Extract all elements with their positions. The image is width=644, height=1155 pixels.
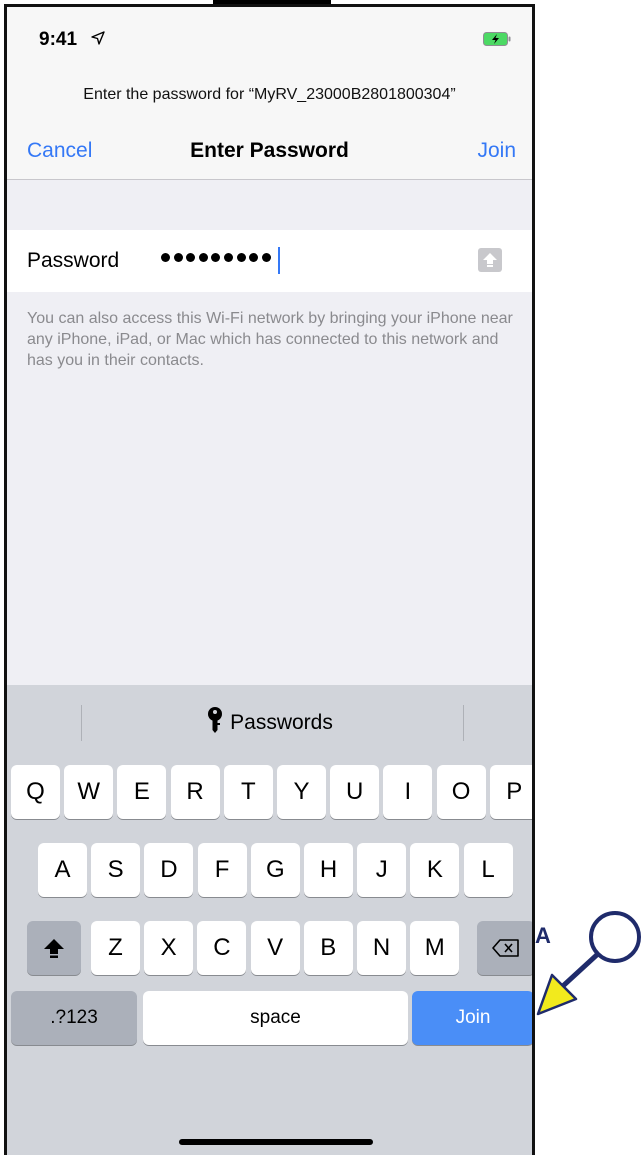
key-c[interactable]: C	[197, 921, 247, 975]
cancel-button[interactable]: Cancel	[27, 139, 92, 163]
key-n[interactable]: N	[357, 921, 406, 975]
battery-charging-icon	[483, 32, 511, 46]
keyboard-join-key[interactable]: Join	[412, 991, 532, 1045]
wifi-sharing-hint: You can also access this Wi-Fi network b…	[27, 310, 513, 369]
network-prompt: Enter the password for “MyRV_23000B28018…	[7, 67, 532, 127]
upload-arrow-icon	[483, 253, 497, 267]
key-t[interactable]: T	[223, 765, 273, 819]
password-dot	[223, 253, 233, 262]
password-autofill-button[interactable]	[478, 248, 502, 272]
key-icon	[208, 707, 223, 733]
password-label: Password	[27, 249, 120, 272]
password-dot	[261, 253, 271, 262]
password-dot	[236, 253, 246, 262]
shift-icon	[44, 939, 64, 958]
password-dot	[173, 253, 183, 262]
passwords-suggestion[interactable]: Passwords	[7, 707, 532, 735]
key-f[interactable]: F	[197, 843, 247, 897]
key-g[interactable]: G	[250, 843, 300, 897]
key-q[interactable]: Q	[11, 765, 60, 819]
key-y[interactable]: Y	[277, 765, 326, 819]
key-l[interactable]: L	[463, 843, 513, 897]
join-button[interactable]: Join	[477, 139, 516, 163]
key-j[interactable]: J	[357, 843, 407, 897]
key-k[interactable]: K	[410, 843, 460, 897]
navigation-bar: Enter Password Cancel Join	[7, 127, 532, 180]
key-w[interactable]: W	[64, 765, 114, 819]
password-dot	[211, 253, 221, 262]
text-cursor	[278, 247, 280, 274]
location-arrow-icon	[91, 31, 105, 45]
password-input[interactable]	[161, 253, 271, 262]
key-z[interactable]: Z	[91, 921, 140, 975]
key-r[interactable]: R	[170, 765, 220, 819]
password-dot	[198, 253, 208, 262]
key-o[interactable]: O	[436, 765, 486, 819]
key-e[interactable]: E	[117, 765, 167, 819]
callout-arrow	[536, 911, 641, 1016]
key-v[interactable]: V	[250, 921, 300, 975]
phone-screen: 9:41 Enter the password for “MyRV_23000B…	[4, 4, 535, 1155]
shift-key[interactable]	[27, 921, 81, 975]
password-dot	[161, 253, 170, 262]
backspace-icon	[492, 939, 519, 957]
callout-label: A	[535, 923, 551, 948]
status-time: 9:41	[39, 29, 78, 50]
keyboard: Passwords QWERTYUIOP ASDFGHJKL ZXCVBNM .…	[7, 685, 532, 1155]
space-key[interactable]: space	[143, 991, 408, 1045]
settings-content: Password You can also access this Wi-Fi …	[7, 180, 532, 685]
key-x[interactable]: X	[144, 921, 194, 975]
suggestion-bar: Passwords	[7, 685, 532, 755]
passwords-suggestion-label: Passwords	[230, 711, 333, 734]
key-u[interactable]: U	[330, 765, 380, 819]
key-i[interactable]: I	[383, 765, 433, 819]
password-dot	[249, 253, 259, 262]
key-b[interactable]: B	[303, 921, 353, 975]
home-indicator[interactable]	[179, 1139, 373, 1145]
key-s[interactable]: S	[91, 843, 141, 897]
numbers-key[interactable]: .?123	[11, 991, 137, 1045]
key-p[interactable]: P	[489, 765, 532, 819]
password-field-row[interactable]: Password	[7, 230, 532, 292]
key-a[interactable]: A	[38, 843, 87, 897]
key-d[interactable]: D	[144, 843, 194, 897]
password-dot	[186, 253, 196, 262]
key-m[interactable]: M	[410, 921, 460, 975]
status-bar: 9:41	[7, 7, 532, 67]
key-h[interactable]: H	[304, 843, 353, 897]
